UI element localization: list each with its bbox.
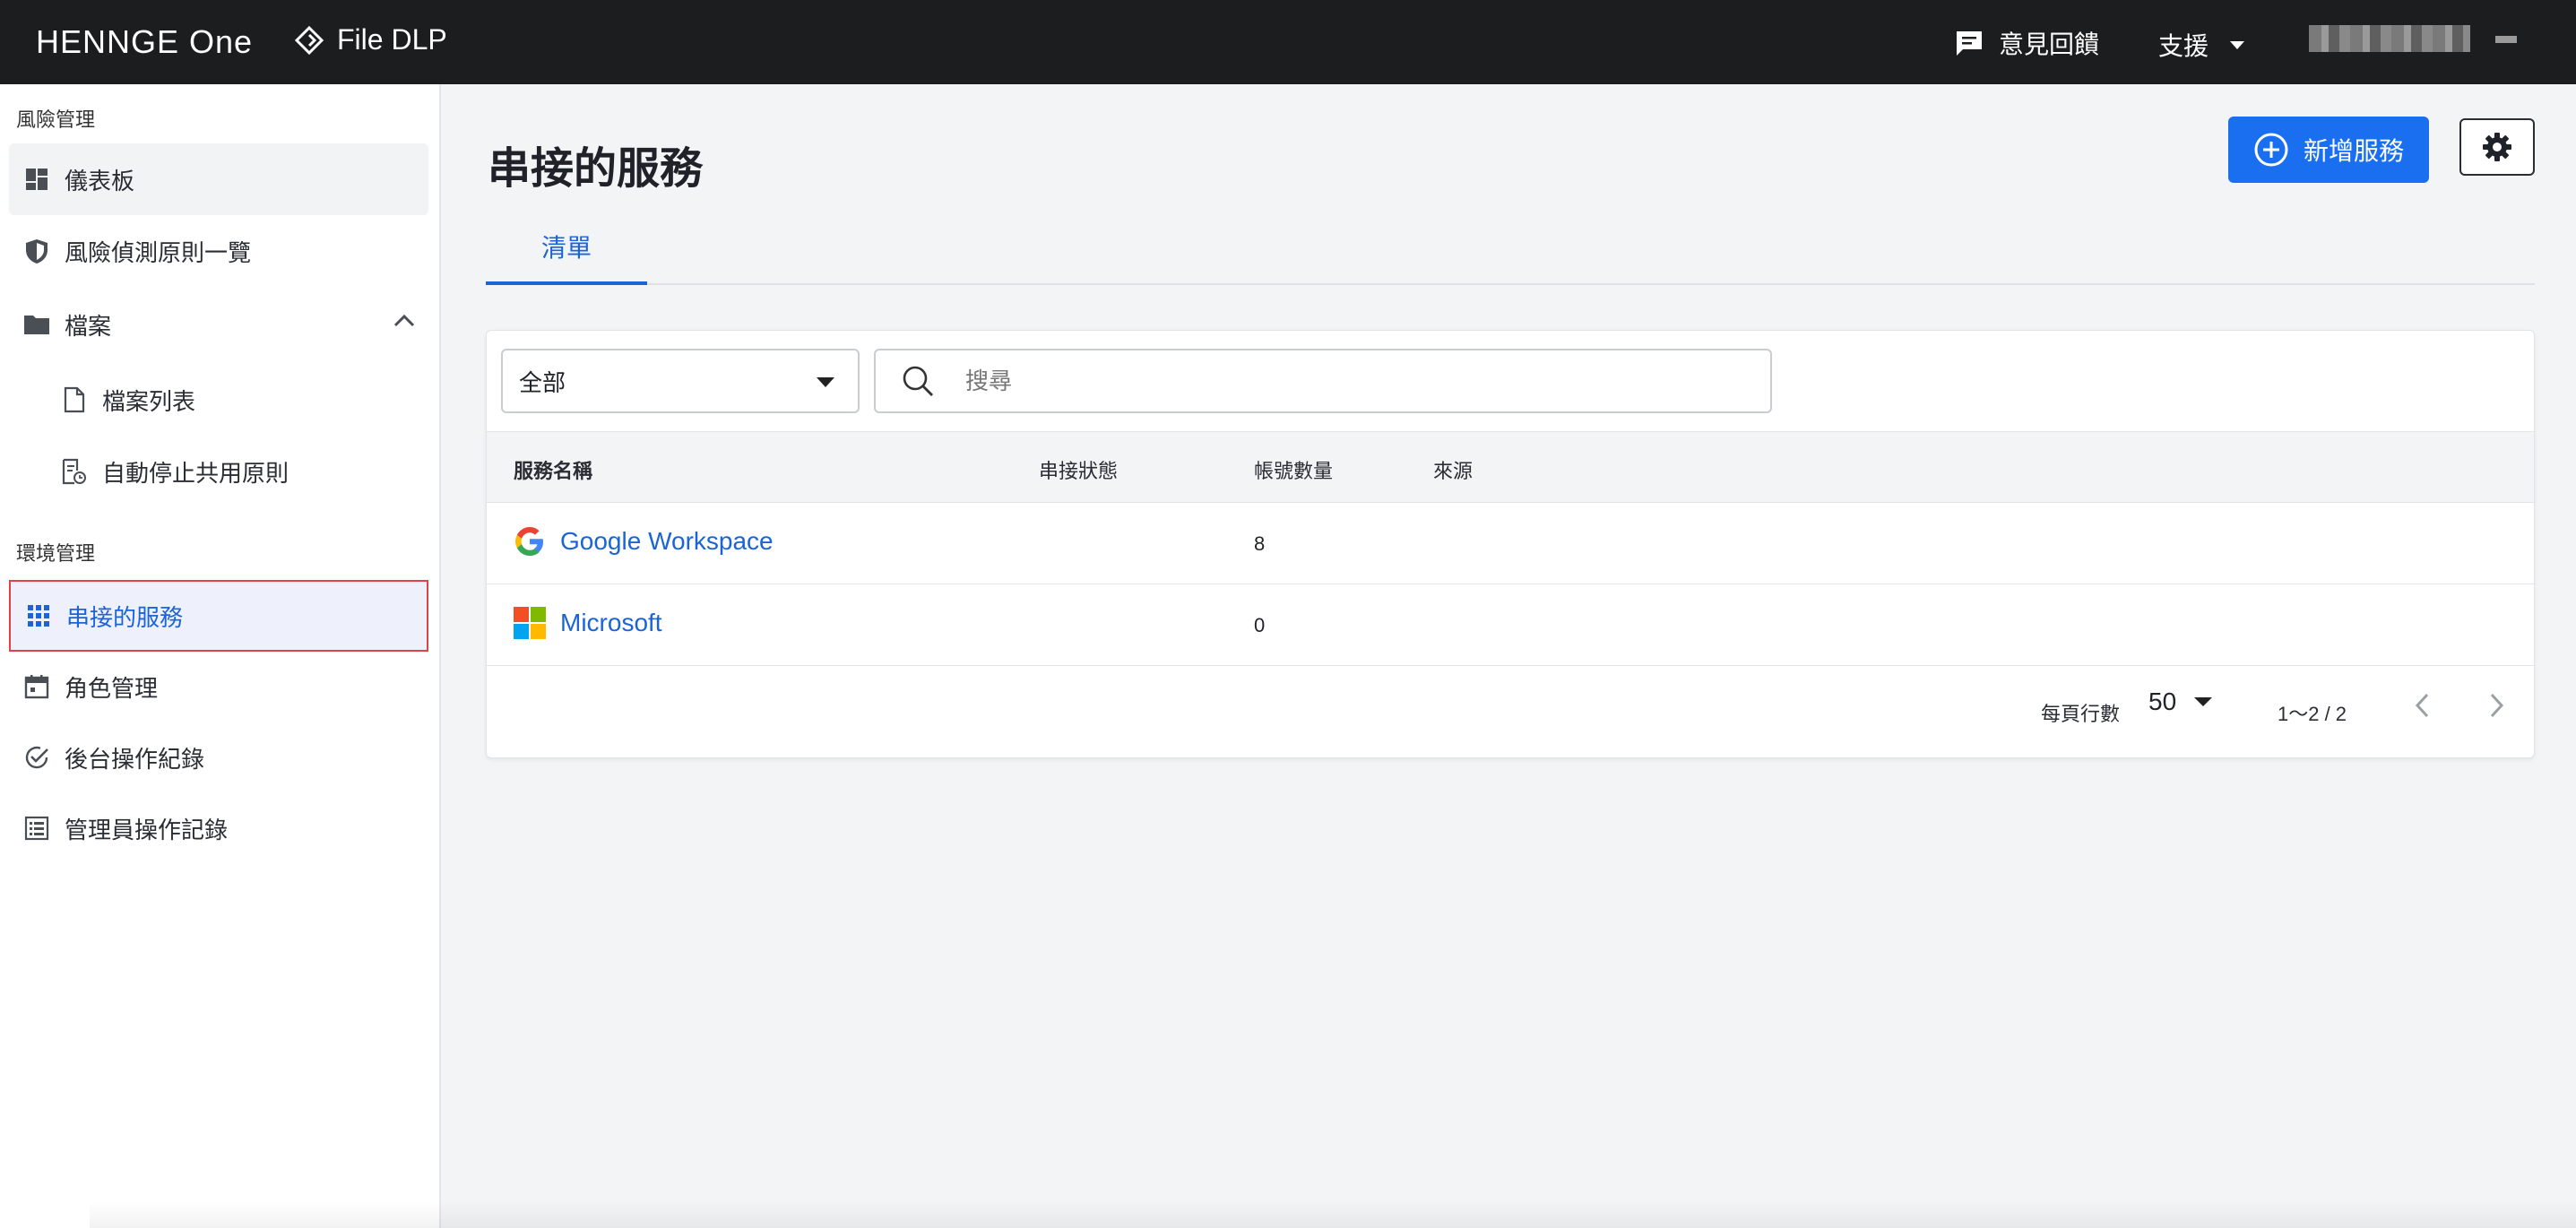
add-service-button[interactable]: 新增服務 — [2228, 117, 2429, 183]
services-card: 全部 服務名稱 串接狀態 帳號數量 來源 Google Workspace 8 — [486, 330, 2535, 758]
sidebar-item-label: 後台操作紀錄 — [65, 745, 205, 773]
policy-file-icon — [61, 458, 88, 485]
column-account-count[interactable]: 帳號數量 — [1254, 455, 1333, 484]
sidebar-item-label: 自動停止共用原則 — [102, 459, 290, 487]
shield-icon — [23, 238, 50, 264]
sidebar: 風險管理 儀表板 風險偵測原則一覽 檔案 檔案列表 自動停止共用原則 環境管理 — [0, 84, 441, 1228]
google-icon — [515, 527, 543, 556]
settings-button[interactable] — [2459, 118, 2535, 176]
column-source[interactable]: 來源 — [1433, 455, 1473, 484]
plus-circle-icon — [2254, 133, 2288, 167]
microsoft-icon — [514, 607, 546, 639]
section-environment-management: 環境管理 — [16, 542, 96, 565]
service-link-google-workspace[interactable]: Google Workspace — [514, 525, 774, 558]
sidebar-item-label: 管理員操作記錄 — [65, 816, 229, 843]
support-menu[interactable]: 支援 — [2158, 27, 2245, 63]
search-input[interactable] — [965, 367, 1682, 395]
sidebar-item-auto-stop-sharing[interactable]: 自動停止共用原則 — [9, 436, 428, 507]
rows-per-page-select[interactable]: 50 — [2148, 688, 2213, 716]
sidebar-item-label: 檔案列表 — [102, 387, 196, 415]
feedback-icon — [1957, 31, 1982, 56]
check-circle-icon — [23, 744, 50, 771]
pagination-range: 1〜2 / 2 — [2278, 703, 2347, 725]
sidebar-item-label: 風險偵測原則一覽 — [65, 238, 252, 266]
sidebar-item-connected-services[interactable]: 串接的服務 — [9, 580, 428, 652]
calendar-icon — [23, 673, 50, 700]
sidebar-item-backend-logs[interactable]: 後台操作紀錄 — [9, 722, 428, 793]
user-menu-caret-icon[interactable] — [2495, 36, 2517, 43]
service-name-text: Microsoft — [560, 609, 662, 636]
list-icon — [23, 815, 50, 842]
gear-icon — [2483, 133, 2511, 161]
chevron-up-icon[interactable] — [393, 312, 416, 328]
top-bar: HENNGE One File DLP 意見回饋 支援 — [0, 0, 2576, 84]
table-row: Google Workspace 8 — [487, 504, 2534, 584]
sidebar-item-admin-logs[interactable]: 管理員操作記錄 — [9, 792, 428, 864]
user-account-menu[interactable] — [2309, 25, 2470, 52]
account-count: 0 — [1254, 614, 1266, 636]
rows-per-page-label: 每頁行數 — [2041, 703, 2121, 725]
product-name[interactable]: File DLP — [294, 23, 447, 56]
brand-logo[interactable]: HENNGE One — [36, 23, 253, 61]
sidebar-item-files[interactable]: 檔案 — [9, 289, 428, 360]
add-service-label: 新增服務 — [2303, 137, 2404, 165]
chevron-right-icon[interactable] — [2485, 691, 2507, 720]
column-service-name[interactable]: 服務名稱 — [514, 455, 592, 484]
service-filter-select[interactable]: 全部 — [501, 349, 860, 413]
chevron-left-icon[interactable] — [2412, 691, 2433, 720]
file-icon — [61, 386, 88, 413]
file-dlp-icon — [294, 25, 324, 55]
sidebar-item-roles[interactable]: 角色管理 — [9, 651, 428, 722]
sidebar-item-label: 儀表板 — [65, 167, 135, 195]
rows-per-page-value: 50 — [2148, 688, 2177, 715]
sidebar-item-label: 角色管理 — [65, 674, 159, 702]
caret-down-icon — [2230, 40, 2245, 49]
caret-down-icon — [2194, 697, 2213, 706]
caret-down-icon — [817, 377, 834, 387]
sidebar-item-risk-rules[interactable]: 風險偵測原則一覽 — [9, 215, 428, 287]
service-link-microsoft[interactable]: Microsoft — [514, 607, 662, 639]
apps-grid-icon — [25, 602, 52, 629]
tab-list[interactable]: 清單 — [486, 212, 647, 285]
search-box[interactable] — [874, 349, 1772, 413]
table-header: 服務名稱 串接狀態 帳號數量 來源 — [487, 431, 2534, 503]
product-label: File DLP — [337, 23, 447, 56]
account-count: 8 — [1254, 532, 1266, 555]
column-connection-status[interactable]: 串接狀態 — [1039, 455, 1118, 484]
feedback-button[interactable]: 意見回饋 — [1954, 25, 2099, 61]
sidebar-item-label: 檔案 — [65, 312, 112, 340]
dashboard-icon — [23, 166, 50, 193]
folder-icon — [23, 311, 50, 338]
tab-bar: 清單 — [486, 212, 2535, 285]
table-row: Microsoft 0 — [487, 585, 2534, 666]
section-risk-management: 風險管理 — [16, 108, 96, 131]
sidebar-item-label: 串接的服務 — [66, 603, 184, 631]
sidebar-item-file-list[interactable]: 檔案列表 — [9, 364, 428, 436]
service-name-text: Google Workspace — [560, 527, 774, 555]
feedback-label: 意見回饋 — [1999, 30, 2100, 58]
support-label: 支援 — [2158, 32, 2209, 60]
search-icon — [903, 366, 933, 396]
filter-selected-value: 全部 — [519, 368, 566, 396]
page-title: 串接的服務 — [488, 145, 704, 193]
sidebar-item-dashboard[interactable]: 儀表板 — [9, 143, 428, 215]
bottom-shadow — [90, 1201, 2576, 1228]
